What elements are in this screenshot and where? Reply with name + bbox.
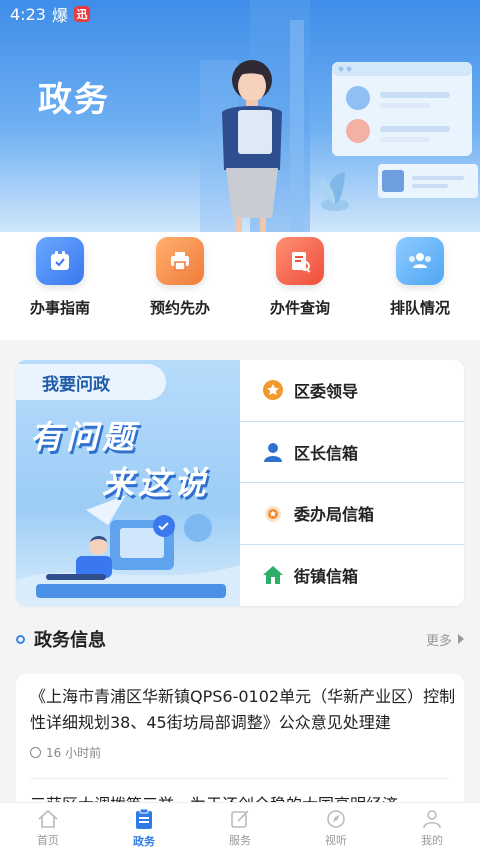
tab-label: 我的: [421, 833, 443, 847]
chevron-right-icon: [458, 634, 464, 644]
news-section-title: 政务信息: [34, 630, 106, 651]
page-title: 政务: [38, 80, 110, 120]
ask-tag: 我要问政: [16, 364, 166, 400]
mailbox-item-district-leaders[interactable]: 区委领导: [240, 360, 464, 422]
medal-icon: [262, 502, 284, 524]
people-queue-icon: [396, 237, 444, 285]
home-icon: [38, 809, 58, 828]
calendar-check-icon: [36, 237, 84, 285]
ask-government-card: 我要问政 有问题 来这说 区委领导 区长信箱 委办局信箱 街镇信箱: [16, 360, 464, 606]
printer-icon: [156, 237, 204, 285]
mailbox-label: 区长信箱: [294, 443, 359, 463]
tab-media[interactable]: 视听: [288, 803, 384, 853]
bottom-tab-bar: 首页 政务 服务 视听 我的: [0, 802, 480, 853]
tab-label: 服务: [229, 833, 251, 847]
house-icon: [262, 564, 284, 586]
tab-government[interactable]: 政务: [96, 803, 192, 853]
tab-label: 首页: [37, 833, 59, 847]
mailbox-item-mayor[interactable]: 区长信箱: [240, 422, 464, 483]
status-time: 4:23: [10, 4, 46, 24]
star-badge-icon: [262, 379, 284, 401]
news-time-label: 16 小时前: [46, 746, 102, 760]
mailbox-item-committee[interactable]: 委办局信箱: [240, 483, 464, 545]
tab-label: 视听: [325, 833, 347, 847]
quick-action-label: 预约先办: [149, 299, 210, 317]
mailbox-label: 区委领导: [294, 382, 359, 402]
news-item-title[interactable]: 《上海市青浦区华新镇QPS6-0102单元（华新产业区）控制性详细规划38、45…: [30, 684, 456, 736]
document-search-icon: [276, 237, 324, 285]
hero-banner: 4:23 爆 迅 政务: [0, 0, 480, 232]
quick-action-guide[interactable]: 办事指南: [0, 232, 120, 340]
ask-headline-1: 有问题: [30, 418, 139, 456]
tab-profile[interactable]: 我的: [384, 803, 480, 853]
news-list: 《上海市青浦区华新镇QPS6-0102单元（华新产业区）控制性详细规划38、45…: [16, 674, 464, 814]
mailbox-list: 区委领导 区长信箱 委办局信箱 街镇信箱: [240, 360, 464, 606]
mailbox-label: 委办局信箱: [294, 505, 375, 525]
news-more-link[interactable]: 更多: [426, 630, 464, 649]
mailbox-item-street[interactable]: 街镇信箱: [240, 545, 464, 607]
more-label: 更多: [425, 633, 452, 649]
compass-icon: [327, 809, 345, 828]
tab-home[interactable]: 首页: [0, 803, 96, 853]
quick-actions: 办事指南 预约先办 办件查询 排队情况: [0, 232, 480, 340]
section-dot-icon: [16, 634, 25, 644]
mailbox-label: 街镇信箱: [294, 567, 359, 587]
notification-badge-icon: 迅: [73, 6, 90, 22]
news-divider: [30, 778, 450, 779]
edit-icon: [231, 809, 249, 828]
quick-action-query[interactable]: 办件查询: [240, 232, 360, 340]
tab-label: 政务: [133, 834, 155, 848]
ask-banner[interactable]: 我要问政 有问题 来这说: [16, 360, 240, 606]
quick-action-queue[interactable]: 排队情况: [360, 232, 480, 340]
tab-services[interactable]: 服务: [192, 803, 288, 853]
clock-icon: [30, 747, 41, 758]
clipboard-icon: [136, 808, 152, 829]
person-icon: [262, 441, 284, 463]
ask-headline-2: 来这说: [102, 464, 211, 502]
news-section-header: 政务信息 更多: [16, 624, 464, 654]
status-bar: 4:23 爆 迅: [10, 3, 90, 25]
quick-action-label: 办件查询: [269, 299, 330, 317]
quick-action-label: 排队情况: [389, 299, 450, 317]
news-item-time: 16 小时前: [30, 744, 101, 761]
quick-action-booking[interactable]: 预约先办: [120, 232, 240, 340]
quick-action-label: 办事指南: [29, 299, 90, 317]
user-icon: [423, 809, 441, 828]
status-indicator: 爆: [51, 6, 68, 25]
